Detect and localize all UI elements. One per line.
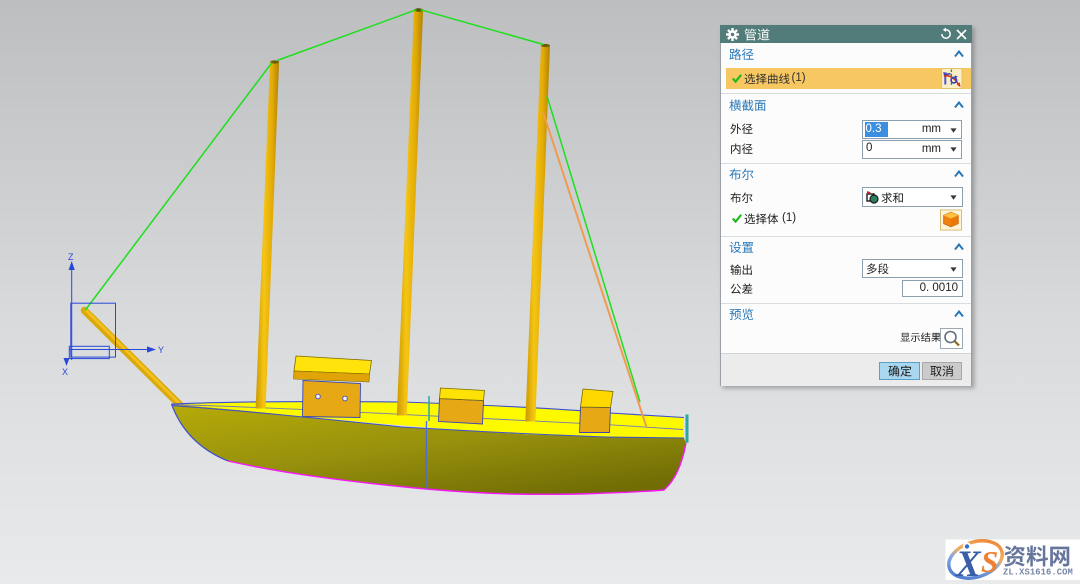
svg-text:S: S bbox=[981, 544, 998, 579]
svg-text:ZL.XS1616.COM: ZL.XS1616.COM bbox=[1003, 568, 1073, 578]
svg-text:X: X bbox=[62, 367, 68, 377]
svg-text:Y: Y bbox=[158, 345, 164, 355]
svg-text:X: X bbox=[955, 544, 982, 584]
svg-text:Z: Z bbox=[68, 252, 74, 262]
